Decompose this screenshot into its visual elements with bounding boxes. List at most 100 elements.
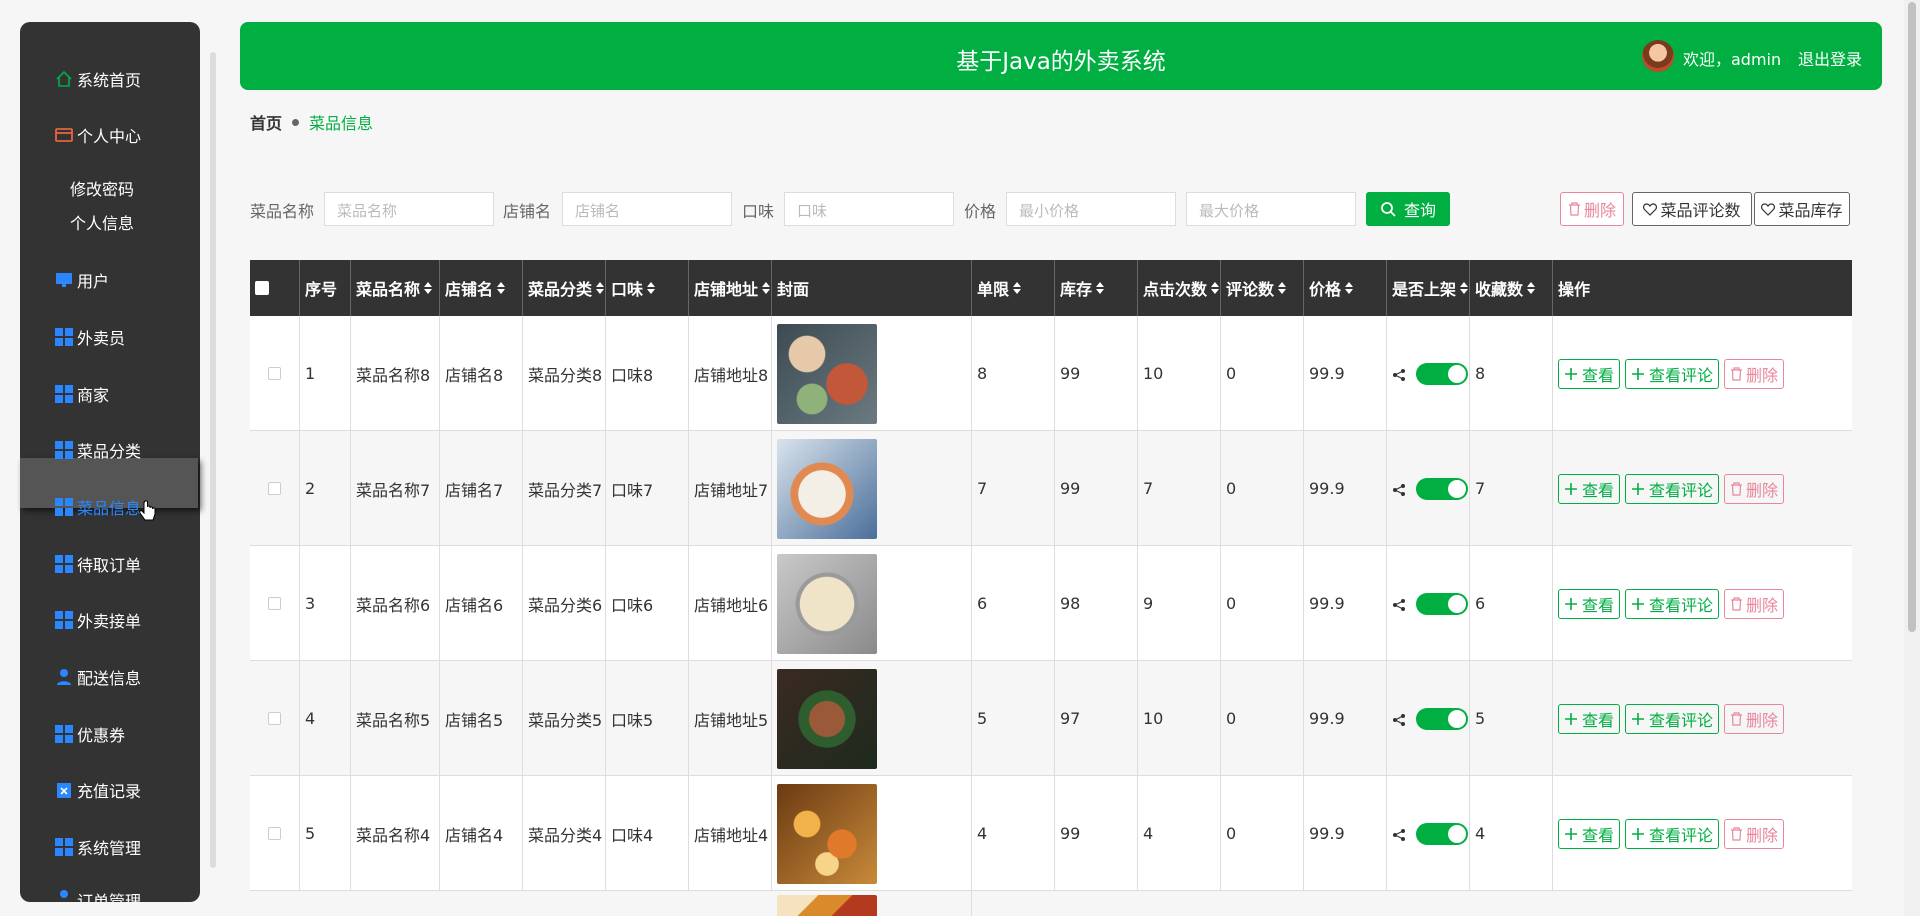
col-header[interactable]: 店铺名 — [440, 260, 523, 316]
query-button[interactable]: 查询 — [1366, 192, 1450, 226]
sidebar-item-pending-orders[interactable]: 待取订单 — [54, 551, 141, 577]
col-header[interactable]: 菜品名称 — [351, 260, 440, 316]
delete-button[interactable]: 删除 — [1724, 358, 1785, 389]
col-header[interactable]: 价格 — [1304, 260, 1387, 316]
view-button[interactable]: 查看 — [1558, 703, 1621, 734]
dish-cover-image[interactable] — [777, 438, 877, 539]
user-icon — [54, 888, 74, 902]
view-comments-button[interactable]: 查看评论 — [1625, 588, 1720, 619]
row-checkbox[interactable] — [268, 367, 281, 380]
cell-taste: 口味8 — [606, 316, 689, 431]
sidebar-item-coupons[interactable]: 优惠券 — [54, 721, 125, 747]
sort-icon[interactable] — [596, 282, 605, 294]
dish-cover-image[interactable] — [777, 323, 877, 424]
min-price-input[interactable]: 最小价格 — [1006, 192, 1176, 226]
sidebar-item-order-management[interactable]: 订单管理 — [54, 888, 141, 902]
sidebar-item-dish-info[interactable]: 菜品信息 — [54, 494, 157, 521]
cell-category: 菜品分类7 — [523, 431, 606, 546]
col-header[interactable]: 收藏数 — [1470, 260, 1553, 316]
col-header[interactable]: 是否上架 — [1387, 260, 1470, 316]
delete-button[interactable]: 删除 — [1724, 703, 1785, 734]
row-checkbox[interactable] — [268, 482, 281, 495]
share-icon[interactable] — [1392, 712, 1406, 726]
page-scrollbar-thumb[interactable] — [1908, 2, 1916, 632]
sidebar-item-delivery-orders[interactable]: 外卖接单 — [54, 607, 141, 633]
sidebar-item-home[interactable]: 系统首页 — [54, 66, 141, 92]
sidebar-item-couriers[interactable]: 外卖员 — [54, 324, 125, 350]
breadcrumb-home[interactable]: 首页 — [250, 110, 282, 134]
view-button[interactable]: 查看 — [1558, 473, 1621, 504]
on-sale-toggle[interactable] — [1416, 362, 1468, 385]
on-sale-toggle[interactable] — [1416, 592, 1468, 615]
dish-cover-image[interactable] — [777, 668, 877, 769]
delete-button[interactable]: 删除 — [1724, 473, 1785, 504]
sidebar-item-recharge-records[interactable]: 充值记录 — [54, 777, 141, 803]
on-sale-toggle[interactable] — [1416, 477, 1468, 500]
view-button[interactable]: 查看 — [1558, 588, 1621, 619]
dish-cover-image[interactable] — [777, 895, 877, 916]
on-sale-toggle[interactable] — [1416, 707, 1468, 730]
dish-cover-image[interactable] — [777, 553, 877, 654]
delete-button[interactable]: 删除 — [1724, 588, 1785, 619]
sort-icon[interactable] — [424, 282, 433, 294]
sort-icon[interactable] — [762, 282, 771, 294]
sort-icon[interactable] — [647, 282, 656, 294]
sort-icon[interactable] — [1013, 282, 1022, 294]
page-scrollbar[interactable] — [1904, 0, 1920, 916]
sort-icon[interactable] — [497, 282, 506, 294]
view-button[interactable]: 查看 — [1558, 358, 1621, 389]
dish-cover-image[interactable] — [777, 783, 877, 884]
on-sale-toggle[interactable] — [1416, 822, 1468, 845]
col-header[interactable]: 评论数 — [1221, 260, 1304, 316]
sidebar-scrollbar[interactable] — [210, 52, 216, 868]
taste-input[interactable]: 口味 — [784, 192, 954, 226]
col-header[interactable]: 菜品分类 — [523, 260, 606, 316]
sidebar-item-profile[interactable]: 个人中心 — [54, 122, 141, 148]
col-header[interactable]: 库存 — [1055, 260, 1138, 316]
sort-icon[interactable] — [1096, 282, 1105, 294]
row-checkbox[interactable] — [268, 712, 281, 725]
share-icon[interactable] — [1392, 367, 1406, 381]
dish-name-input[interactable]: 菜品名称 — [324, 192, 494, 226]
share-icon[interactable] — [1392, 597, 1406, 611]
delete-button[interactable]: 删除 — [1724, 818, 1785, 849]
batch-delete-button[interactable]: 删除 — [1560, 192, 1624, 226]
sort-icon[interactable] — [1527, 282, 1536, 294]
plus-icon — [1632, 712, 1645, 725]
sort-icon[interactable] — [1211, 282, 1220, 294]
sort-icon[interactable] — [1460, 282, 1469, 294]
view-comments-button[interactable]: 查看评论 — [1625, 818, 1720, 849]
sidebar-item-merchants[interactable]: 商家 — [54, 381, 109, 407]
plus-icon — [1632, 827, 1645, 840]
share-icon[interactable] — [1392, 827, 1406, 841]
view-button[interactable]: 查看 — [1558, 818, 1621, 849]
col-header[interactable]: 单限 — [972, 260, 1055, 316]
avatar[interactable] — [1642, 40, 1674, 72]
sidebar-item-delivery-info[interactable]: 配送信息 — [54, 664, 141, 690]
select-all-checkbox-cell[interactable] — [250, 260, 300, 316]
logout-link[interactable]: 退出登录 — [1798, 46, 1862, 70]
row-checkbox[interactable] — [268, 597, 281, 610]
sort-icon[interactable] — [1345, 282, 1354, 294]
view-comments-button[interactable]: 查看评论 — [1625, 703, 1720, 734]
dish-stock-button[interactable]: 菜品库存 — [1754, 192, 1850, 226]
shop-name-input[interactable]: 店铺名 — [562, 192, 732, 226]
col-header[interactable]: 点击次数 — [1138, 260, 1221, 316]
sidebar-item-system-management[interactable]: 系统管理 — [54, 834, 141, 860]
cell-stock: 99 — [1055, 431, 1138, 546]
share-icon[interactable] — [1392, 482, 1406, 496]
sort-icon[interactable] — [1278, 282, 1287, 294]
dish-comment-count-button[interactable]: 菜品评论数 — [1632, 192, 1752, 226]
row-checkbox[interactable] — [268, 827, 281, 840]
view-comments-button[interactable]: 查看评论 — [1625, 358, 1720, 389]
cell-name: 菜品名称6 — [351, 546, 440, 661]
view-comments-button[interactable]: 查看评论 — [1625, 473, 1720, 504]
sidebar-item-users[interactable]: 用户 — [54, 267, 109, 293]
col-header[interactable]: 店铺地址 — [689, 260, 772, 316]
col-header[interactable]: 口味 — [606, 260, 689, 316]
sidebar-subitem-personal-info[interactable]: 个人信息 — [70, 210, 134, 234]
select-all-checkbox[interactable] — [255, 281, 269, 295]
sidebar-subitem-change-password[interactable]: 修改密码 — [70, 176, 134, 200]
max-price-input[interactable]: 最大价格 — [1186, 192, 1356, 226]
sidebar-item-dish-category[interactable]: 菜品分类 — [54, 437, 141, 463]
